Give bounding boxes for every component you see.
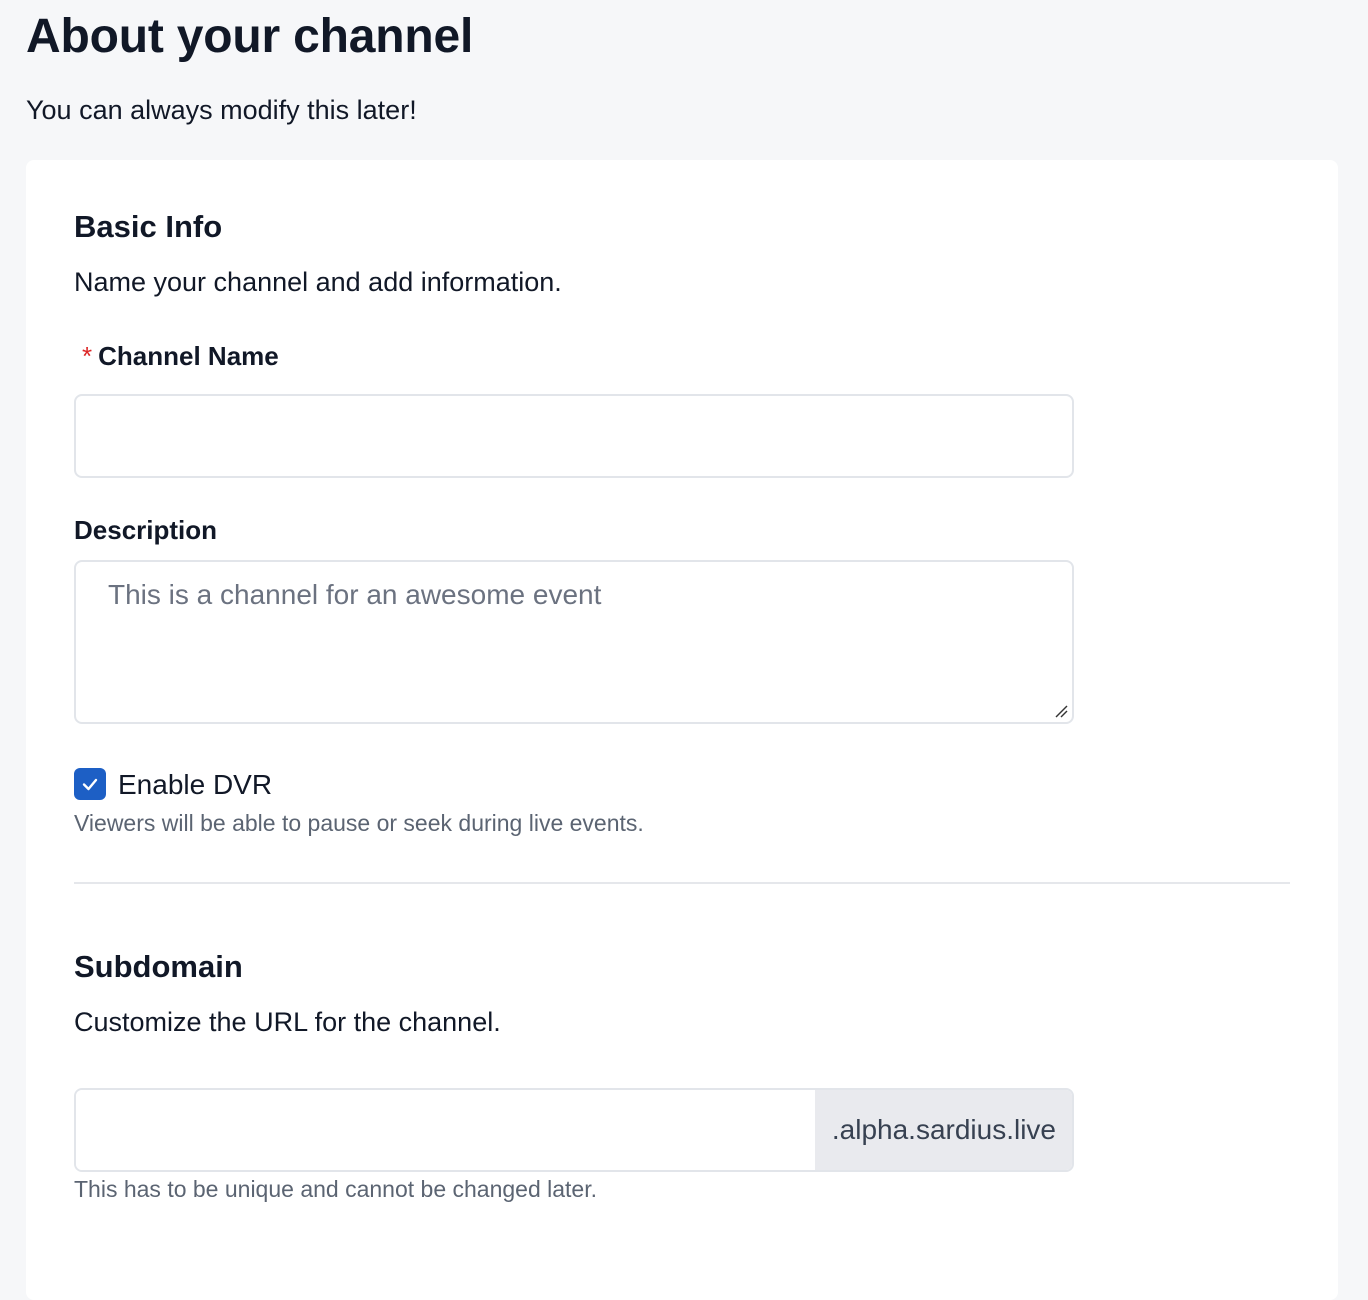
subdomain-input[interactable] — [76, 1090, 815, 1170]
resize-handle-icon[interactable] — [1054, 704, 1068, 718]
subdomain-helper-text: This has to be unique and cannot be chan… — [74, 1176, 598, 1202]
enable-dvr-checkbox[interactable] — [74, 768, 106, 800]
section-divider — [74, 882, 1290, 884]
channel-name-label: * Channel Name — [74, 340, 279, 372]
check-icon — [82, 778, 98, 791]
basic-info-title: Basic Info — [74, 209, 223, 244]
channel-name-label-text: Channel Name — [98, 341, 279, 371]
subdomain-input-group: .alpha.sardius.live — [74, 1088, 1074, 1172]
enable-dvr-label[interactable]: Enable DVR — [118, 768, 272, 802]
description-textarea[interactable] — [74, 560, 1074, 724]
subdomain-description: Customize the URL for the channel. — [74, 1007, 501, 1037]
subdomain-title: Subdomain — [74, 949, 243, 984]
subdomain-suffix: .alpha.sardius.live — [815, 1090, 1072, 1170]
channel-form-card: Basic Info Name your channel and add inf… — [26, 160, 1338, 1300]
channel-name-input[interactable] — [74, 394, 1074, 478]
description-label: Description — [74, 515, 218, 545]
basic-info-description: Name your channel and add information. — [74, 267, 562, 297]
page-subtitle: You can always modify this later! — [26, 95, 417, 125]
required-marker: * — [82, 341, 93, 371]
dvr-helper-text: Viewers will be able to pause or seek du… — [74, 810, 644, 836]
page-title: About your channel — [26, 10, 474, 63]
